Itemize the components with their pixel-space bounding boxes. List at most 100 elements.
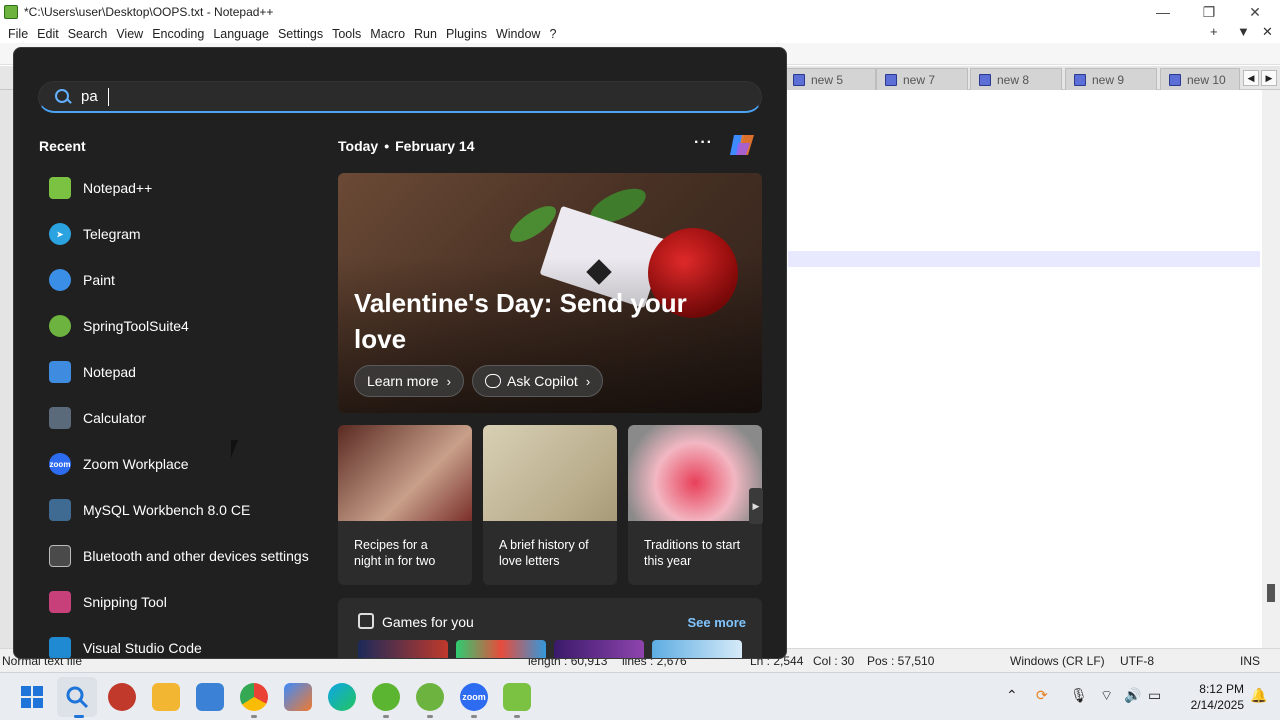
vertical-scrollbar[interactable] [1262, 90, 1280, 648]
menu-settings[interactable]: Settings [278, 27, 323, 41]
volume-icon[interactable]: 🔊 [1124, 687, 1141, 704]
start-search-input[interactable] [81, 88, 681, 105]
file-explorer-icon[interactable] [152, 683, 180, 711]
floppy-icon [1074, 73, 1086, 86]
notepadpp-titlebar: *C:\Users\user\Desktop\OOPS.txt - Notepa… [0, 0, 1280, 24]
recent-item-paint[interactable]: Paint [39, 257, 329, 303]
notifications-bell-icon[interactable]: 🔔 [1250, 687, 1267, 704]
search-icon[interactable] [63, 683, 91, 711]
close-button[interactable]: ✕ [1232, 0, 1278, 24]
game-thumbnail[interactable] [456, 640, 546, 658]
menu-view[interactable]: View [116, 27, 143, 41]
menu-run[interactable]: Run [414, 27, 437, 41]
ask-copilot-button[interactable]: Ask Copilot › [472, 365, 604, 397]
menu-help[interactable]: ? [549, 27, 556, 41]
menu-language[interactable]: Language [213, 27, 269, 41]
menu-window[interactable]: Window [496, 27, 540, 41]
tab-scroll-right-icon[interactable]: ▶ [1261, 70, 1277, 86]
zoom-icon[interactable]: zoom [460, 683, 488, 711]
recent-item-label: Visual Studio Code [83, 640, 202, 656]
tab-scroll-left-icon[interactable]: ◀ [1243, 70, 1259, 86]
card-text: Recipes for a night in for two [354, 538, 436, 568]
battery-icon[interactable]: ▭ [1148, 687, 1161, 704]
recent-item-label: Zoom Workplace [83, 456, 189, 472]
floppy-icon [1169, 73, 1181, 86]
utorrent-icon[interactable] [372, 683, 400, 711]
microphone-icon[interactable]: 🎙 [1070, 687, 1088, 704]
wifi-icon[interactable]: ⌔ [1100, 687, 1113, 705]
tab-list-chevron-icon[interactable]: ▼ [1237, 24, 1250, 39]
new-tab-plus-icon[interactable]: + [1210, 24, 1218, 39]
menu-file[interactable]: File [8, 27, 28, 41]
recent-apps-list: Notepad++ ➤ Telegram Paint SpringToolSui… [39, 165, 329, 658]
line-number-gutter [0, 90, 14, 648]
tab-new-10[interactable]: new 10 [1160, 68, 1240, 90]
tab-new-7[interactable]: new 7 [876, 68, 968, 90]
telegram-icon: ➤ [49, 223, 71, 245]
more-options-icon[interactable]: ··· [694, 134, 713, 152]
app-red-icon[interactable] [108, 683, 136, 711]
recent-item-zoom[interactable]: zoom Zoom Workplace [39, 441, 329, 487]
recent-item-telegram[interactable]: ➤ Telegram [39, 211, 329, 257]
games-icon [358, 613, 374, 629]
scrollbar-thumb[interactable] [1267, 584, 1275, 602]
card-recipes[interactable]: Recipes for a night in for two [338, 425, 472, 585]
card-traditions[interactable]: Traditions to start this year [628, 425, 762, 585]
status-col: Col : 30 [813, 654, 855, 668]
recent-item-calculator[interactable]: Calculator [39, 395, 329, 441]
game-thumbnail[interactable] [652, 640, 742, 658]
cards-next-arrow-icon[interactable]: ▶ [749, 488, 763, 524]
start-icon[interactable] [18, 683, 46, 711]
menu-encoding[interactable]: Encoding [152, 27, 204, 41]
menu-tools[interactable]: Tools [332, 27, 361, 41]
sync-icon[interactable]: ⟳ [1036, 687, 1048, 704]
tab-label: new 7 [903, 72, 936, 87]
menu-macro[interactable]: Macro [370, 27, 405, 41]
maximize-button[interactable]: ❐ [1186, 0, 1232, 24]
game-thumbnail[interactable] [554, 640, 644, 658]
card-love-letters[interactable]: A brief history of love letters [483, 425, 617, 585]
minimize-button[interactable]: — [1140, 0, 1186, 24]
spring-icon[interactable] [416, 683, 444, 711]
recent-item-label: Notepad [83, 364, 136, 380]
running-indicator [74, 715, 84, 718]
start-search-box[interactable] [38, 81, 762, 113]
see-more-link[interactable]: See more [687, 615, 746, 630]
recent-item-vscode[interactable]: Visual Studio Code [39, 625, 329, 658]
recent-item-mysql-workbench[interactable]: MySQL Workbench 8.0 CE [39, 487, 329, 533]
taskbar-clock[interactable]: 8:12 PM 2/14/2025 [1180, 681, 1244, 713]
clock-time: 8:12 PM [1199, 682, 1244, 696]
menu-search[interactable]: Search [68, 27, 108, 41]
copilot-icon[interactable] [728, 131, 758, 159]
recent-item-notepadpp[interactable]: Notepad++ [39, 165, 329, 211]
card-text: A brief history of love letters [499, 538, 589, 568]
notepadpp-icon[interactable] [503, 683, 531, 711]
store-icon[interactable] [196, 683, 224, 711]
menu-edit[interactable]: Edit [37, 27, 59, 41]
recent-item-springtoolsuite[interactable]: SpringToolSuite4 [39, 303, 329, 349]
valentines-hero-card[interactable]: Valentine's Day: Send your love Learn mo… [338, 173, 762, 413]
snipping-tool-icon [49, 591, 71, 613]
tray-overflow-chevron-icon[interactable]: ⌃ [1006, 687, 1018, 704]
chrome-icon[interactable] [240, 683, 268, 711]
copilot-icon[interactable] [284, 683, 312, 711]
game-thumbnail[interactable] [358, 640, 448, 658]
notepad-icon [49, 361, 71, 383]
chevron-right-icon: › [585, 373, 591, 389]
recent-item-label: Snipping Tool [83, 594, 167, 610]
close-doc-icon[interactable]: ✕ [1262, 24, 1273, 40]
menu-plugins[interactable]: Plugins [446, 27, 487, 41]
edge-icon[interactable] [328, 683, 356, 711]
card-text: Traditions to start this year [644, 538, 741, 568]
learn-more-button[interactable]: Learn more › [354, 365, 464, 397]
tab-new-8[interactable]: new 8 [970, 68, 1062, 90]
tab-label: new 8 [997, 72, 1030, 87]
tab-new-5[interactable]: new 5 [784, 68, 876, 90]
recent-item-notepad[interactable]: Notepad [39, 349, 329, 395]
recent-item-bluetooth-settings[interactable]: Bluetooth and other devices settings [39, 533, 329, 579]
card-image [338, 425, 472, 521]
recent-item-label: Telegram [83, 226, 141, 242]
recent-item-label: Calculator [83, 410, 147, 426]
tab-new-9[interactable]: new 9 [1065, 68, 1157, 90]
recent-item-snipping-tool[interactable]: Snipping Tool [39, 579, 329, 625]
